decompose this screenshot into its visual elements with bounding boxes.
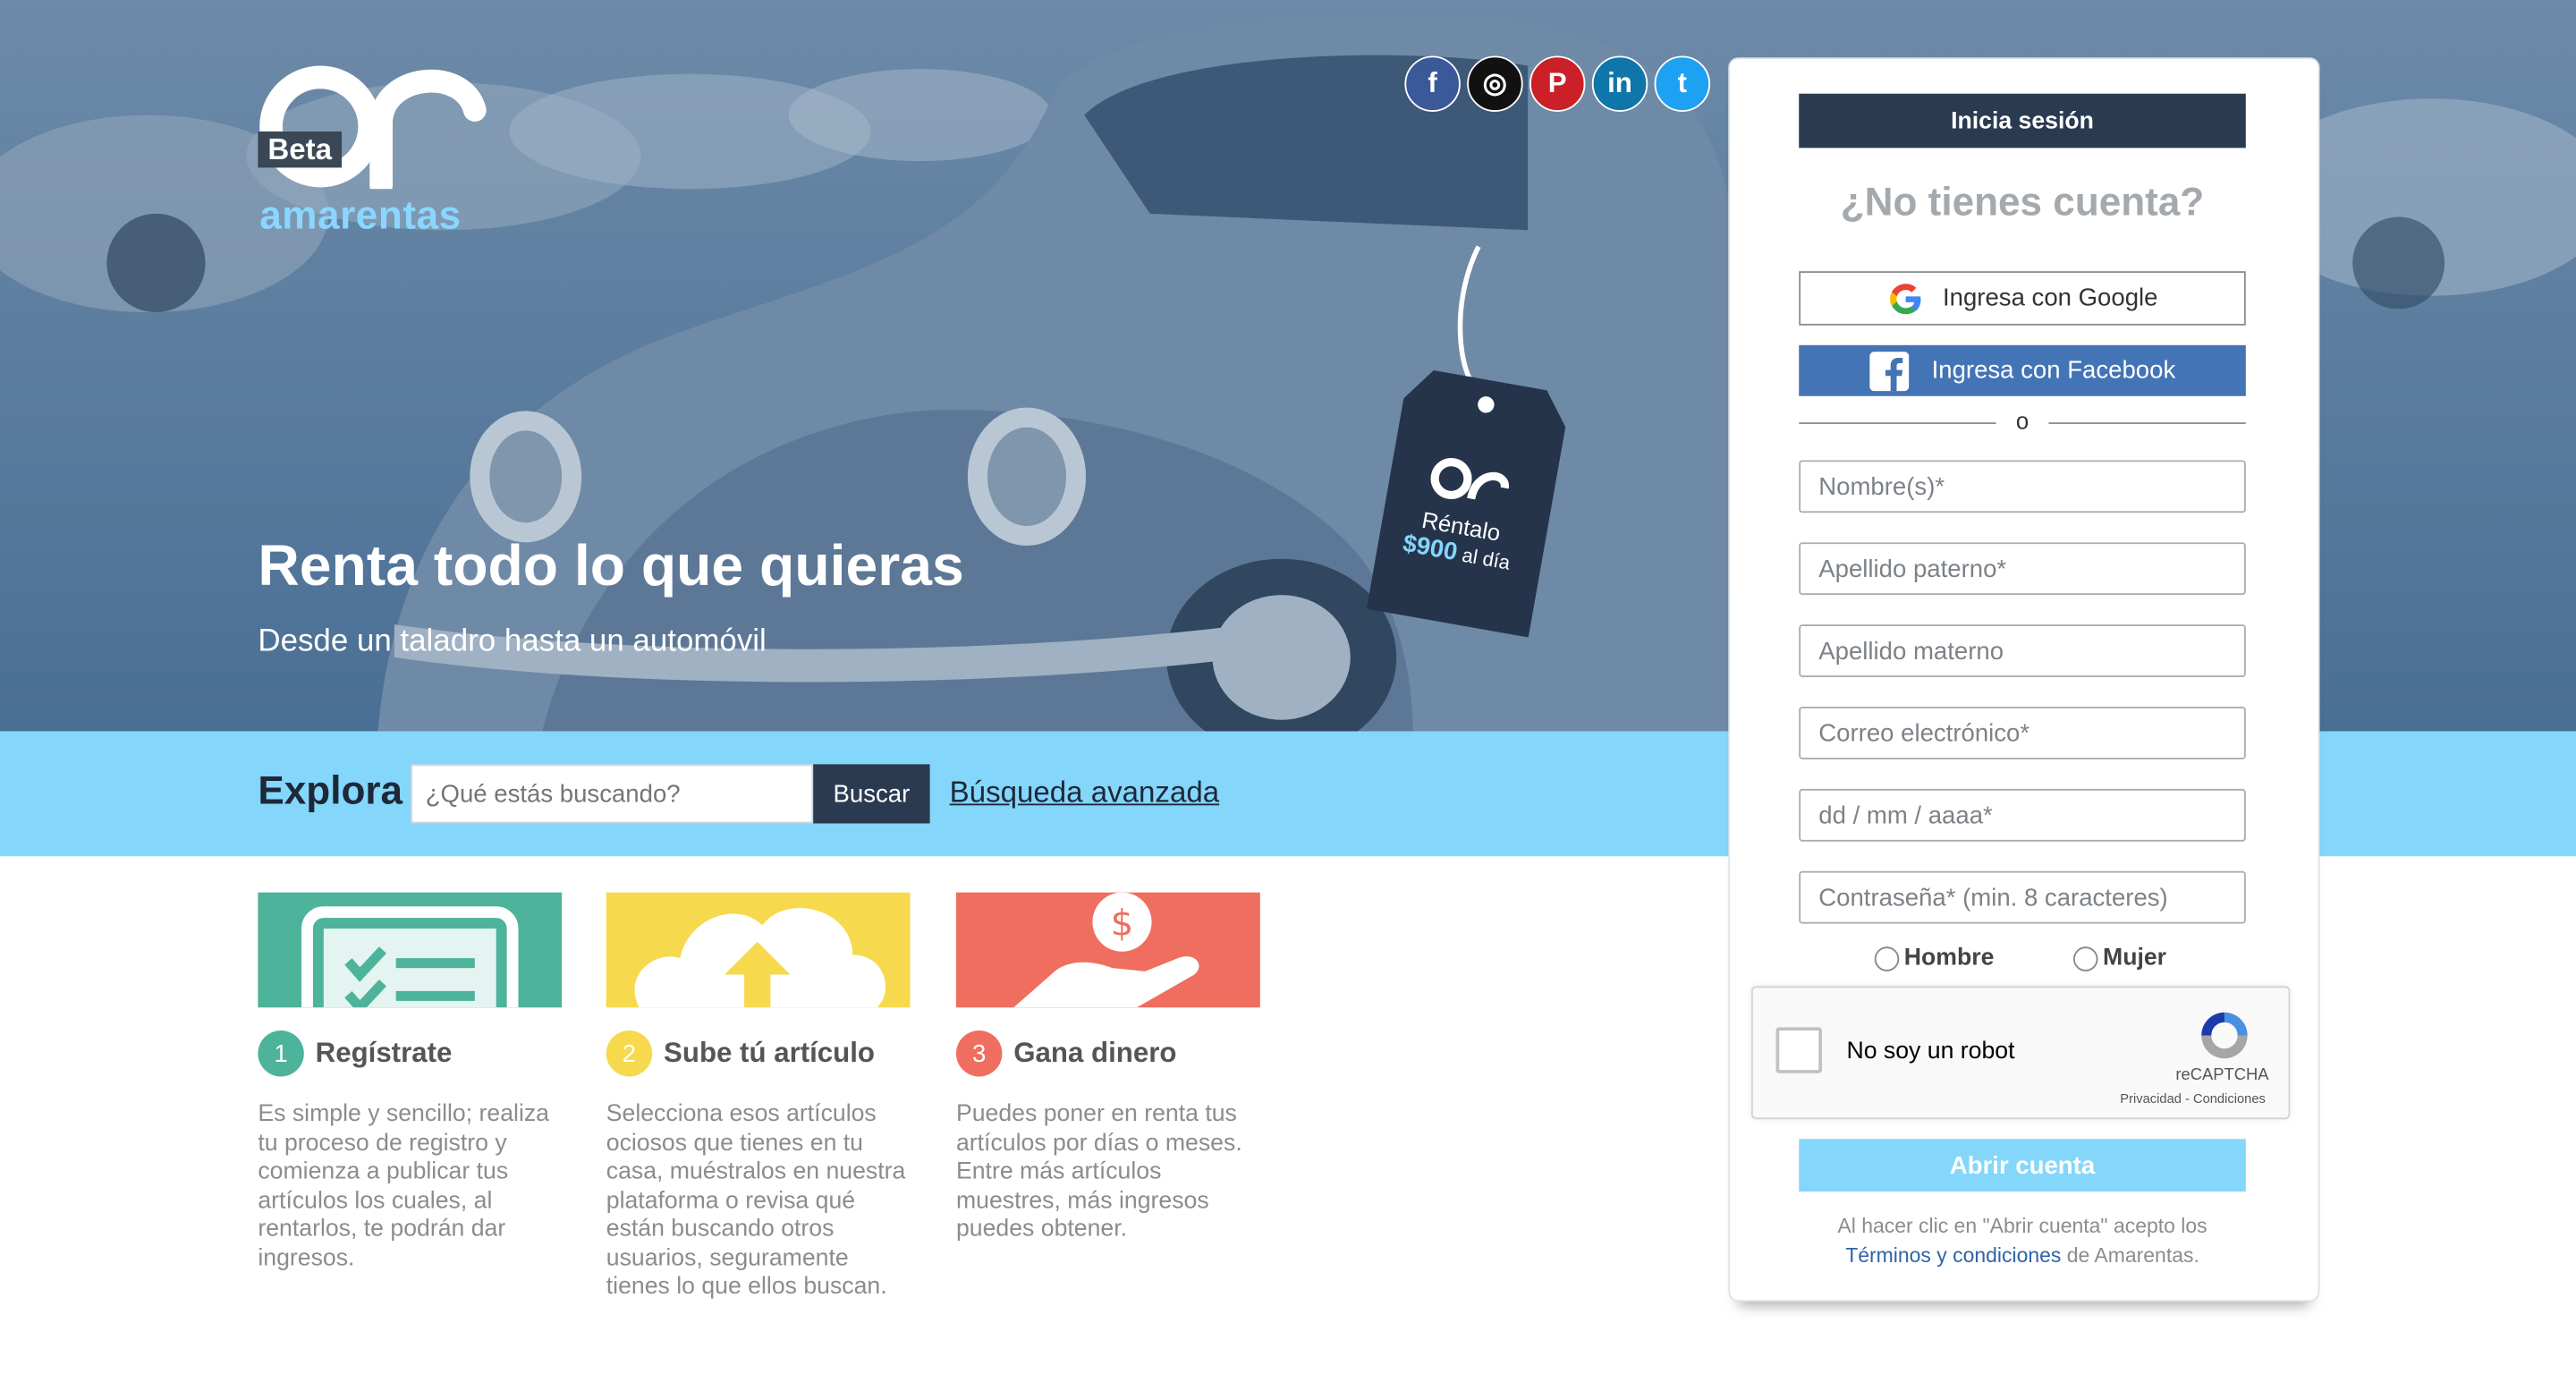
instagram-icon[interactable]: ◎ [1467,55,1523,112]
earn-illustration: $ [955,892,1260,1008]
captcha-checkbox[interactable] [1775,1027,1822,1073]
amarentas-logo-icon [259,65,487,190]
birthdate-field[interactable] [1799,788,2246,842]
hero-subtitle: Desde un taladro hasta un automóvil [258,624,767,659]
terms-notice: Al hacer clic en "Abrir cuenta" acepto l… [1799,1211,2246,1270]
no-account-heading: ¿No tienes cuenta? [1840,181,2205,225]
gender-male-label: Hombre [1903,945,1995,971]
cloud-upload-icon [634,908,886,1008]
gender-female-label: Mujer [2103,945,2167,971]
recaptcha-icon [2201,1012,2248,1059]
login-button[interactable]: Inicia sesión [1799,93,2246,148]
captcha-label: No soy un robot [1846,1039,2015,1065]
search-button[interactable]: Buscar [813,764,930,824]
password-field[interactable] [1799,870,2246,924]
step-title: Regístrate [315,1037,453,1069]
first-name-field[interactable] [1799,460,2246,513]
step-heading: 1 Regístrate [258,1030,453,1077]
step-description: Selecciona esos artículos ociosos que ti… [606,1101,906,1301]
radio-circle[interactable] [1874,946,1900,971]
pinterest-icon[interactable]: P [1530,55,1586,112]
recaptcha-widget: No soy un robot reCAPTCHA Privacidad - C… [1750,986,2291,1120]
step-heading: 2 Sube tú artículo [606,1030,876,1077]
or-divider: o [1799,408,2246,437]
explore-label: Explora [258,768,403,814]
google-button-label: Ingresa con Google [1942,284,2158,313]
step-number-badge: 3 [955,1030,1003,1077]
radio-circle[interactable] [2072,946,2098,971]
beta-badge: Beta [258,131,343,168]
svg-text:$: $ [1111,901,1134,944]
facebook-icon[interactable]: f [1404,55,1461,112]
step-number-badge: 1 [258,1030,304,1077]
step-title: Gana dinero [1013,1037,1177,1069]
step-heading: 3 Gana dinero [955,1030,1177,1077]
maternal-last-name-field[interactable] [1799,624,2246,677]
paternal-last-name-field[interactable] [1799,542,2246,596]
search-input[interactable] [411,764,814,824]
register-illustration [258,892,563,1008]
advanced-search-link[interactable]: Búsqueda avanzada [950,776,1219,810]
gender-male-radio[interactable]: Hombre [1874,945,1995,971]
twitter-icon[interactable]: t [1654,55,1711,112]
terms-link[interactable]: Términos y condiciones [1845,1244,2061,1268]
step-description: Es simple y sencillo; realiza tu proceso… [258,1101,550,1272]
or-text: o [2015,407,2029,435]
email-field[interactable] [1799,707,2246,759]
facebook-button-label: Ingresa con Facebook [1931,356,2176,385]
hero-title: Renta todo lo que quieras [258,534,964,598]
upload-illustration [606,892,911,1008]
linkedin-icon[interactable]: in [1591,55,1648,112]
checklist-icon [301,906,519,1008]
brand-name[interactable]: amarentas [259,194,462,240]
money-hand-icon: $ [1013,892,1199,1008]
social-links: f ◎ Pin t [1404,55,1711,112]
step-description: Puedes poner en renta tus artículos por … [955,1101,1242,1243]
open-account-button[interactable]: Abrir cuenta [1799,1139,2246,1192]
step-title: Sube tú artículo [664,1037,876,1069]
terms-prefix: Al hacer clic en "Abrir cuenta" acepto l… [1837,1214,2207,1238]
google-login-button[interactable]: Ingresa con Google [1799,271,2246,326]
facebook-icon [1868,351,1909,391]
step-number-badge: 2 [606,1030,653,1077]
terms-suffix: de Amarentas. [2066,1243,2199,1268]
captcha-links[interactable]: Privacidad - Condiciones [2120,1091,2266,1107]
google-icon [1889,283,1920,314]
gender-female-radio[interactable]: Mujer [2072,945,2167,971]
captcha-brand: reCAPTCHA [2175,1066,2269,1085]
facebook-login-button[interactable]: Ingresa con Facebook [1799,344,2246,396]
